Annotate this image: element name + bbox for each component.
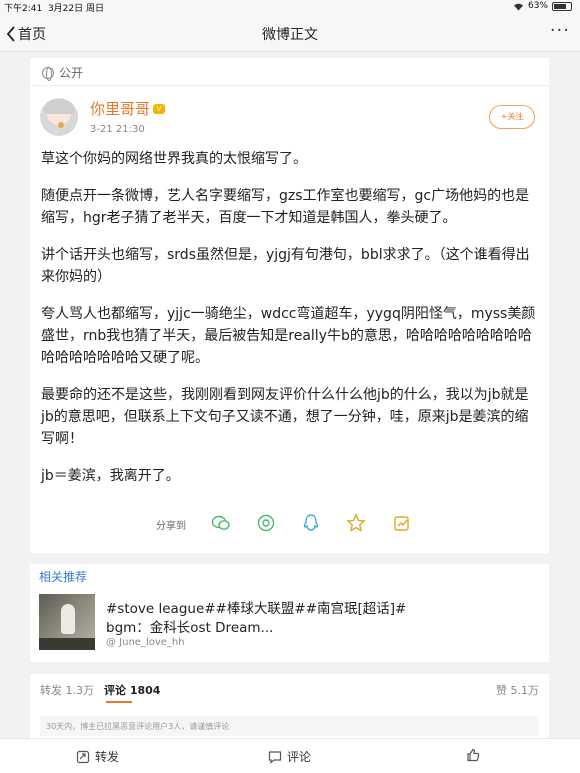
battery-icon [552, 1, 572, 11]
bottom-action-bar: 转发 评论 [0, 738, 580, 773]
post-paragraph: jb＝姜滨，我离开了。 [41, 468, 180, 484]
thumbs-up-icon [467, 748, 480, 762]
stats-card: 转发 1.3万 评论 1804 赞 5.1万 30天内，博主已拉黑恶意评论用户3… [30, 674, 549, 738]
active-tab-indicator [106, 701, 132, 703]
post-paragraph: 夸人骂人也都缩写，yjjc一骑绝尘，wdcc弯道超车，yygq阴阳怪气，myss… [41, 306, 536, 366]
share-label: 分享到 [156, 521, 186, 532]
battery-percent: 63% [527, 1, 548, 11]
related-text-line2: bgm：金科长ost Dream... [106, 620, 274, 636]
tab-likes[interactable]: 赞 5.1万 [496, 682, 539, 698]
wechat-icon[interactable] [211, 513, 231, 533]
related-thumbnail[interactable] [39, 594, 95, 650]
status-bar: 下午2:41 3月22日 周日 63% [0, 0, 580, 14]
comment-label: 评论 [287, 750, 312, 764]
author-name-text: 你里哥哥 [90, 100, 151, 118]
status-right: 63% [513, 1, 572, 11]
status-time: 下午2:41 [4, 4, 43, 14]
related-card[interactable]: 相关推荐 #stove league##棒球大联盟##南宫珉[超话]# bgm：… [30, 564, 549, 662]
weibo-post-card: 公开 你里哥哥 V 3-21 21:30 +关注 草这个你妈的网络世界我真的太恨… [30, 58, 549, 553]
related-title: 相关推荐 [39, 570, 88, 584]
related-text-line1: #stove league##棒球大联盟##南宫珉[超话]# [106, 601, 407, 617]
more-options-button[interactable]: ··· [550, 20, 570, 41]
comment-icon [268, 750, 282, 764]
post-paragraph: 讲个话开头也缩写，srds虽然但是，yjgj有句港句，bbl求求了。（这个谁看得… [41, 247, 530, 285]
comment-button[interactable]: 评论 [268, 748, 311, 765]
tab-comments[interactable]: 评论 1804 [104, 682, 160, 698]
moments-icon[interactable] [256, 513, 276, 533]
post-time: 3-21 21:30 [90, 124, 145, 135]
page-title: 微博正文 [262, 27, 318, 43]
post-paragraph: 草这个你妈的网络世界我真的太恨缩写了。 [41, 151, 307, 167]
status-date: 3月22日 周日 [47, 4, 104, 14]
share-row: 分享到 [30, 513, 549, 533]
vip-badge-icon: V [153, 103, 166, 114]
repost-icon [76, 750, 90, 763]
repost-button[interactable]: 转发 [76, 748, 119, 765]
nav-bar: 首页 微博正文 ··· [0, 14, 580, 52]
status-time-date: 下午2:41 3月22日 周日 [4, 1, 104, 14]
visibility-label: 公开 [42, 64, 83, 81]
related-user: @ June_love_hh [106, 637, 185, 648]
post-body: 草这个你妈的网络世界我真的太恨缩写了。 随便点开一条微博，艺人名字要缩写，gzs… [41, 148, 541, 502]
wifi-icon [513, 3, 523, 10]
qq-icon[interactable] [301, 513, 321, 533]
divider [30, 85, 549, 86]
avatar[interactable] [40, 98, 78, 136]
share-forward-icon[interactable] [392, 513, 412, 533]
globe-icon [42, 66, 54, 81]
tab-reposts[interactable]: 转发 1.3万 [40, 682, 94, 698]
follow-button[interactable]: +关注 [489, 105, 535, 129]
post-paragraph: 最要命的还不是这些，我刚刚看到网友评价什么什么他jb的什么，我以为jb就是jb的… [41, 387, 529, 447]
post-paragraph: 随便点开一条微博，艺人名字要缩写，gzs工作室也要缩写，gc广场他妈的也是缩写，… [41, 188, 530, 226]
repost-label: 转发 [95, 750, 120, 764]
like-button[interactable] [466, 748, 485, 762]
visibility-text: 公开 [59, 66, 84, 80]
author-name[interactable]: 你里哥哥 V [90, 98, 166, 119]
comment-notice: 30天内，博主已拉黑恶意评论用户3人，请谨慎评论 [40, 716, 539, 736]
qzone-star-icon[interactable] [346, 513, 366, 533]
